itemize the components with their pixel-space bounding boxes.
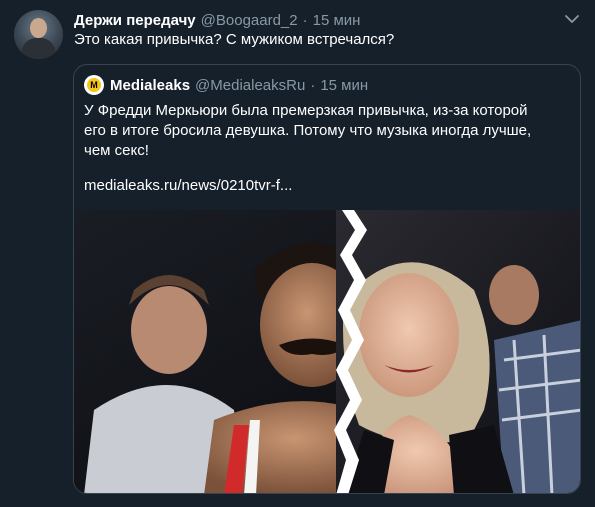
tweet-header: Держи передачу @Boogaard_2 · 15 мин [74, 10, 360, 30]
quoted-author-name[interactable]: Medialeaks [110, 77, 190, 94]
chevron-down-icon[interactable] [563, 12, 581, 26]
tweet-text: Это какая привычка? С мужиком встречался… [74, 31, 395, 48]
quoted-tweet-link[interactable]: medialeaks.ru/news/0210tvr-f... [84, 177, 292, 194]
quoted-tweet-text: У Фредди Меркьюри была премерзкая привыч… [84, 101, 574, 161]
photo-illustration [74, 210, 580, 493]
quoted-tweet-header: M Medialeaks @MedialeaksRu · 15 мин [84, 75, 368, 95]
author-handle[interactable]: @Boogaard_2 [201, 12, 298, 29]
quoted-text-line: чем секс! [84, 142, 149, 159]
author-name[interactable]: Держи передачу [74, 12, 196, 29]
separator-dot: · [302, 11, 308, 29]
quoted-avatar-letter: M [87, 78, 101, 92]
tweet-timestamp[interactable]: 15 мин [313, 12, 361, 29]
quoted-author-handle[interactable]: @MedialeaksRu [195, 77, 305, 94]
quoted-tweet-card[interactable]: M Medialeaks @MedialeaksRu · 15 мин У Фр… [73, 64, 581, 494]
author-avatar[interactable] [14, 10, 63, 59]
quoted-separator-dot: · [310, 76, 316, 94]
quoted-text-line: У Фредди Меркьюри была премерзкая привыч… [84, 102, 528, 119]
quoted-timestamp[interactable]: 15 мин [320, 77, 368, 94]
quoted-tweet-photo[interactable] [74, 210, 580, 493]
quoted-text-line: его в итоге бросила девушка. Потому что … [84, 122, 532, 139]
medialeaks-logo-icon[interactable]: M [84, 75, 104, 95]
